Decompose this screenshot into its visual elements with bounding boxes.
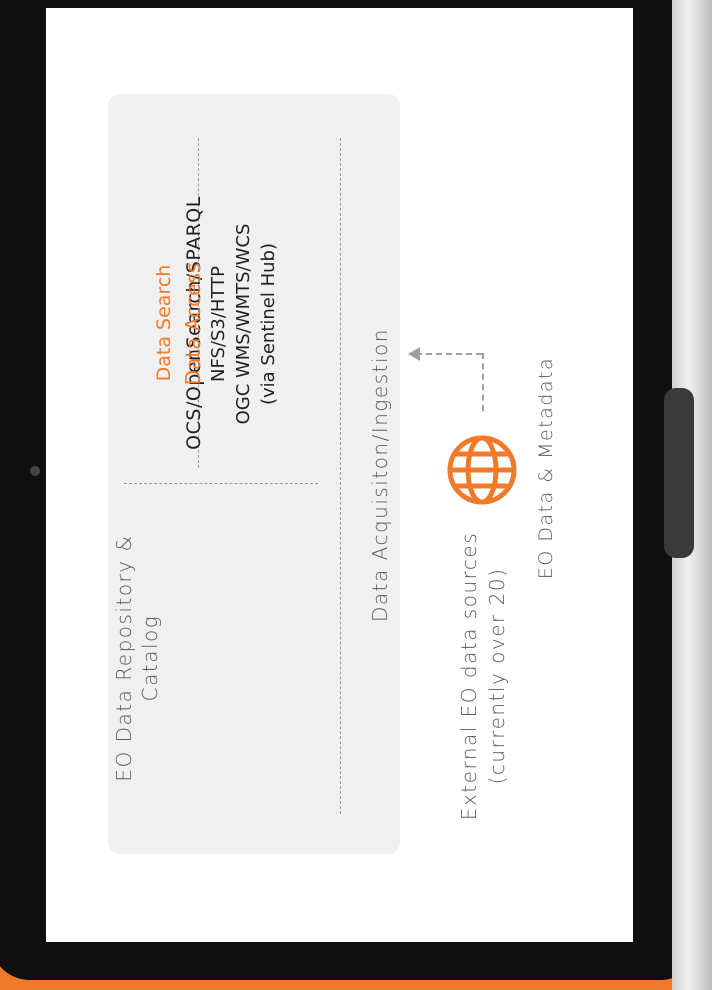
repository-label-line2: Catalog [138, 614, 162, 702]
globe-icon [444, 432, 520, 508]
repository-label: EO Data Repository & Catalog [111, 508, 171, 808]
repository-label-line1: EO Data Repository & [112, 534, 136, 782]
ingestion-label-text: Data Acquisiton/Ingestion [368, 328, 392, 622]
screen: EO Data Repository & Catalog Data Search… [46, 8, 633, 942]
data-access-line1: NFS/S3/HTTP [208, 266, 229, 382]
ingestion-label: Data Acquisiton/Ingestion [365, 315, 395, 635]
data-access-heading: Data Access [181, 262, 205, 386]
arrow-head [408, 347, 420, 361]
arrow-shaft-horizontal [416, 353, 482, 355]
ingestion-divider [340, 138, 341, 814]
side-button [664, 388, 694, 558]
data-access-line3: (via Sentinel Hub) [258, 243, 279, 405]
arrow-shaft-vertical [482, 353, 484, 411]
camera-dot [30, 466, 40, 476]
external-sources-line2: (currently over 20) [485, 567, 509, 785]
data-access-line2: OGC WMS/WMTS/WCS [233, 223, 254, 425]
data-search-heading: Data Search [153, 264, 175, 382]
external-sources-label: External EO data sources (currently over… [455, 526, 511, 826]
flow-label: EO Data & Metadata [532, 343, 560, 593]
external-sources-line1: External EO data sources [457, 531, 481, 821]
flow-label-text: EO Data & Metadata [535, 356, 557, 580]
data-access-block: Data Access NFS/S3/HTTP OGC WMS/WMTS/WCS… [181, 204, 285, 444]
